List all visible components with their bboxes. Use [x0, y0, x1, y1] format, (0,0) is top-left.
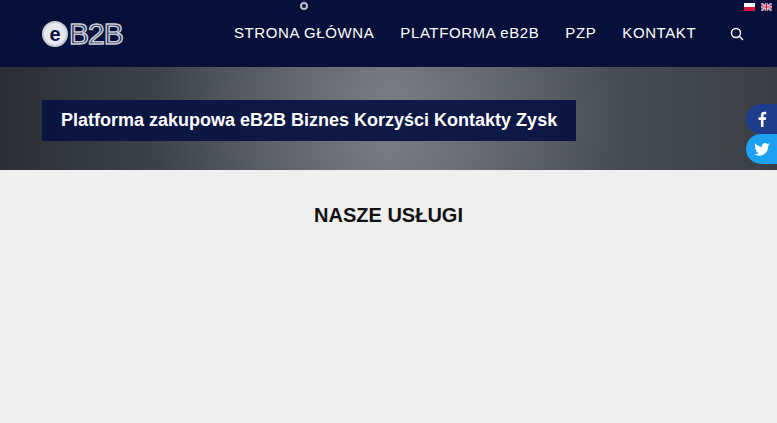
nav-item[interactable]: KONTAKT	[622, 22, 696, 45]
search-icon[interactable]	[730, 27, 744, 41]
services-section: NASZE USŁUGI	[0, 170, 777, 423]
main-nav: STRONA GŁÓWNA PLATFORMA eB2B PZP KONTAKT	[234, 22, 696, 45]
twitter-icon[interactable]	[746, 134, 777, 164]
polish-flag-icon[interactable]	[744, 3, 755, 11]
nav-item[interactable]: PZP	[565, 22, 596, 45]
header: eB2BSTRONA GŁÓWNAPLATFORMA eB2BPZPKONTAK…	[0, 0, 777, 67]
nav-item[interactable]: STRONA GŁÓWNA	[234, 22, 374, 45]
logo-mark: e	[42, 21, 68, 47]
social-buttons	[746, 104, 777, 164]
active-indicator	[300, 2, 308, 10]
logo[interactable]: eB2B	[0, 19, 234, 49]
section-title: NASZE USŁUGI	[314, 203, 463, 227]
facebook-icon[interactable]	[746, 104, 777, 134]
hero-title: Platforma zakupowa eB2B Biznes Korzyści …	[42, 100, 576, 141]
language-switcher	[744, 3, 772, 11]
nav-item[interactable]: PLATFORMA eB2B	[400, 22, 539, 45]
logo-text: B2B	[69, 19, 123, 49]
uk-flag-icon[interactable]	[761, 3, 772, 11]
hero-banner: Platforma zakupowa eB2B Biznes Korzyści …	[0, 67, 777, 170]
